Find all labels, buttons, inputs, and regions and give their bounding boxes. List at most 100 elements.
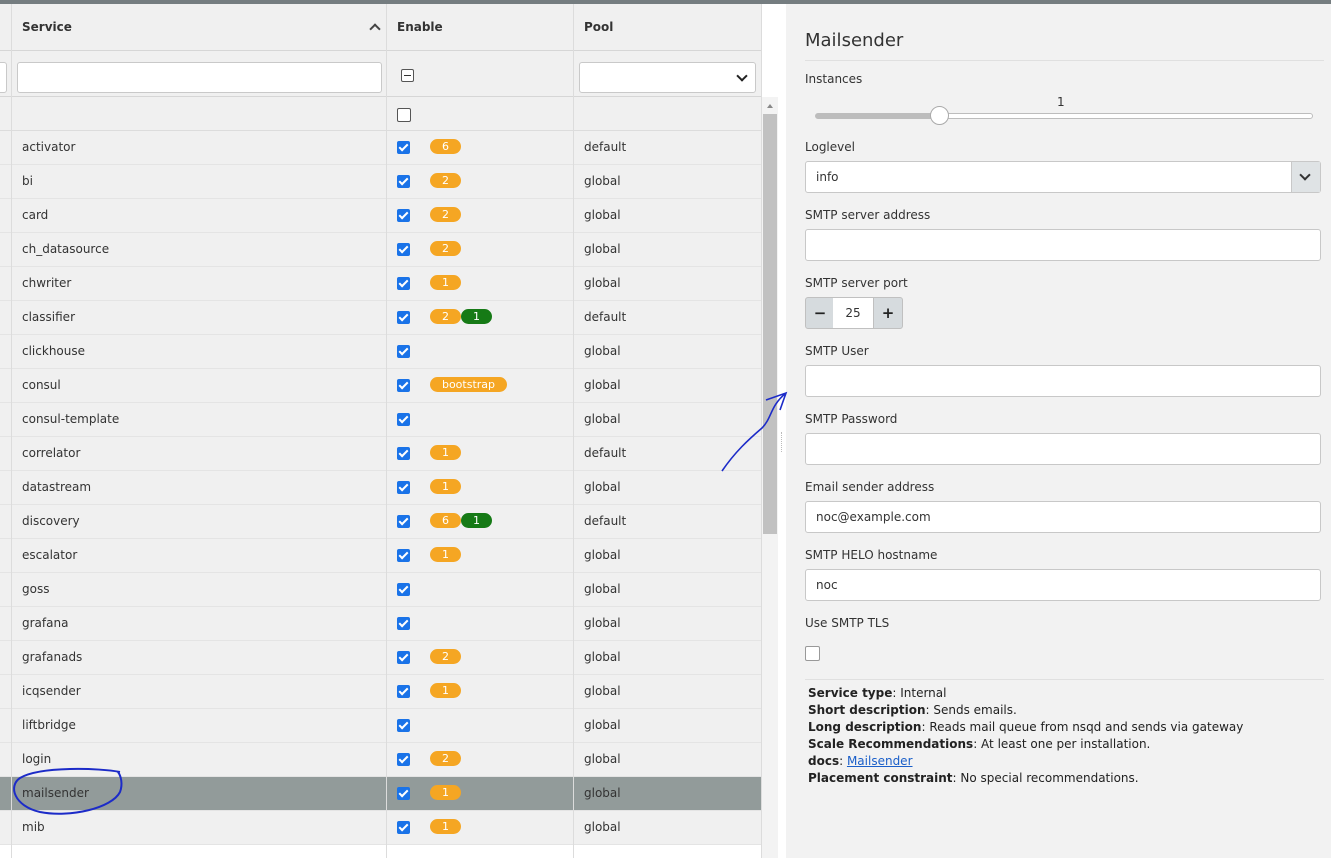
- info-value: Internal: [900, 686, 947, 700]
- table-row[interactable]: clickhouse global: [0, 335, 762, 369]
- table-row[interactable]: activator 6 default: [0, 131, 762, 165]
- decrement-button[interactable]: −: [805, 297, 835, 329]
- pool-name: global: [584, 650, 621, 664]
- status-badge: 6: [430, 513, 461, 528]
- helo-value: noc: [816, 578, 838, 592]
- table-row[interactable]: liftbridge global: [0, 709, 762, 743]
- info-scale: Scale Recommendations: At least one per …: [808, 737, 1151, 751]
- enable-checkbox[interactable]: [397, 413, 410, 426]
- status-badge: 1: [430, 479, 461, 494]
- col-divider: [573, 4, 574, 858]
- enable-checkbox[interactable]: [397, 175, 410, 188]
- table-row[interactable]: discovery 6 1 default: [0, 505, 762, 539]
- info-label: Placement constraint: [808, 771, 953, 785]
- header-enable[interactable]: Enable: [397, 4, 443, 50]
- table-row[interactable]: escalator 1 global: [0, 539, 762, 573]
- status-badge: 1: [430, 819, 461, 834]
- enable-checkbox[interactable]: [397, 685, 410, 698]
- table-row[interactable]: grafana global: [0, 607, 762, 641]
- enable-checkbox[interactable]: [397, 719, 410, 732]
- select-all-checkbox[interactable]: [397, 108, 411, 122]
- enable-checkbox[interactable]: [397, 617, 410, 630]
- tls-checkbox[interactable]: [805, 646, 820, 661]
- header-service[interactable]: Service: [22, 4, 72, 50]
- enable-checkbox[interactable]: [397, 345, 410, 358]
- pool-name: global: [584, 548, 621, 562]
- enable-checkbox[interactable]: [397, 243, 410, 256]
- enable-checkbox[interactable]: [397, 277, 410, 290]
- loglevel-dropdown-button[interactable]: [1291, 162, 1320, 192]
- table-row[interactable]: correlator 1 default: [0, 437, 762, 471]
- table-row[interactable]: consul bootstrap global: [0, 369, 762, 403]
- sort-asc-icon[interactable]: [369, 23, 381, 35]
- enable-checkbox[interactable]: [397, 651, 410, 664]
- table-row[interactable]: grafanads 2 global: [0, 641, 762, 675]
- enable-checkbox[interactable]: [397, 821, 410, 834]
- docs-link[interactable]: Mailsender: [847, 754, 913, 768]
- table-row[interactable]: mailsender 1 global: [0, 777, 762, 811]
- smtp-password-input[interactable]: [805, 433, 1321, 465]
- grid-header: Service Enable Pool: [0, 4, 762, 51]
- table-row[interactable]: datastream 1 global: [0, 471, 762, 505]
- enable-checkbox[interactable]: [397, 209, 410, 222]
- instances-slider[interactable]: [815, 113, 1313, 119]
- enable-checkbox[interactable]: [397, 515, 410, 528]
- table-row[interactable]: bi 2 global: [0, 165, 762, 199]
- info-long-desc: Long description: Reads mail queue from …: [808, 720, 1244, 734]
- pool-name: global: [584, 412, 621, 426]
- scroll-up-icon[interactable]: [767, 104, 773, 108]
- table-row[interactable]: card 2 global: [0, 199, 762, 233]
- smtp-user-input[interactable]: [805, 365, 1321, 397]
- service-filter-input[interactable]: [17, 62, 382, 93]
- smtp-address-input[interactable]: [805, 229, 1321, 261]
- divider: [805, 679, 1324, 680]
- grid-rows: activator 6 default bi 2 global card 2 global ch_…: [0, 131, 762, 845]
- loglevel-select[interactable]: info: [805, 161, 1321, 193]
- email-sender-input[interactable]: noc@example.com: [805, 501, 1321, 533]
- table-row[interactable]: ch_datasource 2 global: [0, 233, 762, 267]
- enable-checkbox[interactable]: [397, 583, 410, 596]
- enable-checkbox[interactable]: [397, 787, 410, 800]
- pool-filter-select[interactable]: [579, 62, 756, 93]
- enable-checkbox[interactable]: [397, 379, 410, 392]
- helo-input[interactable]: noc: [805, 569, 1321, 601]
- smtp-address-label: SMTP server address: [805, 208, 931, 222]
- table-row[interactable]: login 2 global: [0, 743, 762, 777]
- pool-name: global: [584, 582, 621, 596]
- table-row[interactable]: chwriter 1 global: [0, 267, 762, 301]
- instances-value: 1: [1057, 95, 1065, 109]
- enable-filter-tristate[interactable]: [401, 69, 414, 82]
- enable-checkbox[interactable]: [397, 311, 410, 324]
- enable-checkbox[interactable]: [397, 447, 410, 460]
- slider-handle[interactable]: [930, 106, 949, 125]
- pool-name: global: [584, 208, 621, 222]
- service-name: datastream: [22, 480, 92, 494]
- increment-button[interactable]: +: [873, 297, 903, 329]
- status-badge: 2: [430, 241, 461, 256]
- table-row[interactable]: consul-template global: [0, 403, 762, 437]
- smtp-port-stepper[interactable]: − 25 +: [805, 297, 903, 329]
- pool-name: global: [584, 820, 621, 834]
- table-row[interactable]: goss global: [0, 573, 762, 607]
- table-row[interactable]: mib 1 global: [0, 811, 762, 845]
- grid-scrollbar[interactable]: [762, 97, 778, 858]
- slider-fill: [816, 114, 940, 118]
- smtp-port-value[interactable]: 25: [833, 297, 873, 329]
- divider: [805, 60, 1324, 61]
- table-row[interactable]: icqsender 1 global: [0, 675, 762, 709]
- table-row[interactable]: classifier 2 1 default: [0, 301, 762, 335]
- filter-partial-input[interactable]: [0, 62, 7, 93]
- chevron-down-icon: [736, 70, 748, 82]
- info-short-desc: Short description: Sends emails.: [808, 703, 1017, 717]
- enable-checkbox[interactable]: [397, 481, 410, 494]
- enable-checkbox[interactable]: [397, 141, 410, 154]
- scroll-thumb[interactable]: [763, 114, 777, 534]
- service-name: icqsender: [22, 684, 81, 698]
- enable-checkbox[interactable]: [397, 753, 410, 766]
- smtp-password-label: SMTP Password: [805, 412, 898, 426]
- panel-splitter[interactable]: [778, 4, 786, 858]
- service-name: discovery: [22, 514, 80, 528]
- header-pool[interactable]: Pool: [584, 4, 613, 50]
- enable-checkbox[interactable]: [397, 549, 410, 562]
- col-divider: [386, 4, 387, 858]
